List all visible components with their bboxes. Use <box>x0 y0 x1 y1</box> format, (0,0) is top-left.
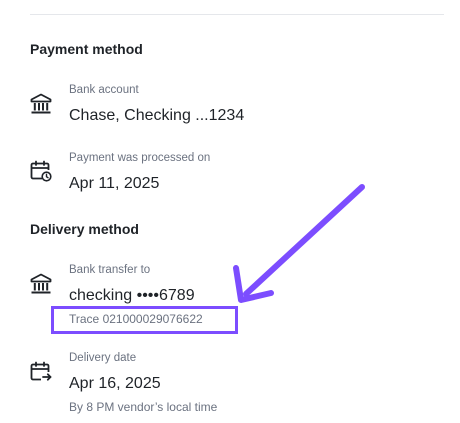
payment-method-heading: Payment method <box>30 41 143 57</box>
trace-highlight-box <box>51 306 238 334</box>
delivery-date-label: Delivery date <box>69 352 137 364</box>
bank-transfer-label: Bank transfer to <box>69 264 151 276</box>
bank-account-value: Chase, Checking ...1234 <box>69 107 245 124</box>
delivery-date-value: Apr 16, 2025 <box>69 375 161 392</box>
bank-transfer-account: checking ••••6789 <box>69 287 195 304</box>
bank-icon <box>30 93 52 114</box>
delivery-method-heading: Delivery method <box>30 221 139 237</box>
processed-date-label: Payment was processed on <box>69 152 211 164</box>
top-divider <box>30 14 444 15</box>
calendar-arrow-icon <box>30 361 52 381</box>
delivery-time-note: By 8 PM vendor’s local time <box>69 400 218 414</box>
bank-account-label: Bank account <box>69 84 139 96</box>
calendar-clock-icon <box>30 160 52 182</box>
bank-icon <box>30 273 52 294</box>
processed-date-value: Apr 11, 2025 <box>69 175 160 192</box>
